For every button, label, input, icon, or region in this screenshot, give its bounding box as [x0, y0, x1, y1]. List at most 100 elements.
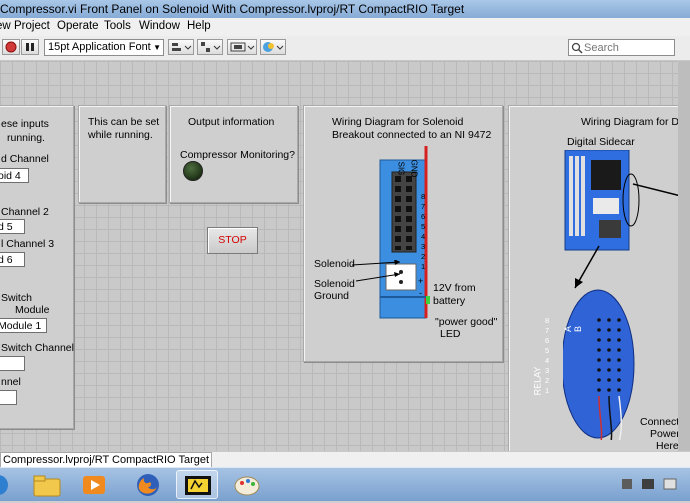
front-panel: ese inputs running. d Channel oid 4 Chan… [0, 61, 690, 451]
window-title-bar[interactable]: Compressor.vi Front Panel on Solenoid Wi… [0, 0, 690, 19]
pin-number: 1 [421, 262, 426, 271]
power-source-line2: battery [433, 295, 466, 307]
reorder-button[interactable] [260, 39, 286, 55]
power-source-line1: 12V from [433, 282, 476, 294]
relay-label: RELAY [532, 366, 543, 396]
wiring-solenoid-box: Wiring Diagram for Solenoid Breakout con… [303, 105, 503, 362]
folder-icon-glyph [33, 475, 61, 497]
switch-channel-field[interactable] [0, 356, 25, 371]
switch-module-field[interactable]: Module 1 [0, 318, 47, 333]
wiring-digital-title: Wiring Diagram for Digita [581, 116, 690, 128]
pin-number-column: 8 7 6 5 4 3 2 1 [421, 192, 431, 272]
solenoid-channel-label: d Channel [1, 153, 49, 165]
firefox-icon-glyph [137, 474, 159, 496]
relay-column-b-label: B [573, 325, 584, 333]
channel-2-field[interactable]: d 5 [0, 219, 25, 234]
distribute-objects-button[interactable] [197, 39, 223, 55]
relay-pin-number: 6 [545, 336, 550, 345]
digital-sidecar-diagram [563, 150, 690, 440]
start-orb-icon [0, 475, 8, 495]
compressor-monitoring-label: Compressor Monitoring? [180, 149, 295, 161]
abort-icon [5, 41, 17, 53]
menu-bar: View Project Operate Tools Window Help [0, 18, 690, 37]
relay-pin-number: 4 [545, 356, 550, 365]
switch-module-label: Module [15, 304, 50, 316]
wiring-digital-box: Wiring Diagram for Digita Digital Sideca… [508, 105, 690, 451]
minus-terminal-label: - [419, 288, 422, 298]
windows-taskbar [0, 467, 690, 501]
relay-pin-number: 3 [545, 366, 550, 375]
toolbar: 15pt Application Font ▼ [0, 36, 690, 61]
font-select-value: 15pt Application Font [48, 41, 151, 53]
menu-project[interactable]: Project [14, 20, 50, 32]
relay-pin-number: 7 [545, 326, 550, 335]
solenoid-label: Solenoid [314, 258, 355, 270]
status-bar: Compressor.lvproj/RT CompactRIO Target [0, 451, 690, 468]
menu-operate[interactable]: Operate [57, 20, 99, 32]
pin-number: 2 [421, 252, 426, 261]
channel-label: nnel [1, 376, 21, 388]
inputs-note-line2: running. [7, 132, 45, 144]
solenoid-ground-line2: Ground [314, 290, 350, 302]
system-tray-icons [622, 478, 677, 490]
font-select[interactable]: 15pt Application Font ▼ [44, 39, 164, 56]
pin-number: 4 [421, 232, 426, 241]
window-title: Compressor.vi Front Panel on Solenoid Wi… [0, 2, 465, 16]
relay-pin-number: 2 [545, 376, 550, 385]
media-player-icon-glyph [83, 476, 105, 494]
align-objects-button[interactable] [168, 39, 194, 55]
paint-icon[interactable] [227, 470, 269, 499]
plus-terminal-label: + [418, 276, 424, 286]
connect-power-line1: Connect [640, 416, 680, 428]
reorder-icon [263, 42, 284, 52]
resize-icon [230, 42, 255, 52]
paint-icon-glyph [234, 476, 260, 496]
firefox-icon[interactable] [127, 470, 169, 499]
relay-column-a-label: A [563, 325, 574, 333]
menu-tools[interactable]: Tools [104, 20, 131, 32]
pin-number: 3 [421, 242, 426, 251]
chevron-down-icon: ▼ [153, 43, 161, 52]
windows-start-icon[interactable] [0, 470, 12, 499]
vertical-scrollbar[interactable] [678, 61, 690, 451]
menu-window[interactable]: Window [139, 20, 180, 32]
output-info-title: Output information [188, 116, 275, 128]
labview-icon[interactable] [176, 470, 218, 499]
solenoid-pointer-arrows [352, 260, 401, 282]
running-note-line2: while running. [88, 129, 153, 141]
pin-number: 7 [421, 202, 426, 211]
gnd-label: GND [409, 159, 419, 178]
wiring-solenoid-title-line1: Wiring Diagram for Solenoid [332, 116, 464, 128]
connect-power-line3: Here [656, 440, 679, 451]
channel-3-field[interactable]: d 6 [0, 252, 25, 267]
solenoid-channel-field[interactable]: oid 4 [0, 168, 29, 183]
connect-power-line2: Power [650, 428, 680, 440]
output-info-box: Output information Compressor Monitoring… [169, 105, 298, 203]
switch-label: Switch [1, 292, 32, 304]
resize-objects-button[interactable] [227, 39, 257, 55]
pin-number: 6 [421, 212, 426, 221]
labview-icon-glyph [185, 476, 211, 495]
pin-number: 5 [421, 222, 426, 231]
target-path[interactable]: Compressor.lvproj/RT CompactRIO Target [0, 452, 213, 468]
relay-pin-number: 8 [545, 316, 550, 325]
media-player-icon[interactable] [73, 470, 115, 499]
compressor-monitoring-led [183, 161, 203, 181]
channel-3-label: l Channel 3 [1, 238, 55, 250]
search-field[interactable] [568, 39, 675, 56]
relay-pin-number: 1 [545, 386, 550, 395]
channel-field[interactable] [0, 390, 17, 405]
pause-icon [26, 43, 34, 51]
search-input[interactable] [584, 41, 670, 54]
running-note-line1: This can be set [88, 116, 160, 128]
pause-button[interactable] [21, 39, 39, 55]
stop-button[interactable]: STOP [207, 227, 258, 254]
wiring-solenoid-title-line2: Breakout connected to an NI 9472 [332, 129, 492, 141]
sig-label: SIG [396, 161, 406, 176]
menu-view[interactable]: View [0, 20, 11, 32]
inputs-note-line1: ese inputs [1, 118, 49, 130]
folder-icon[interactable] [26, 470, 68, 499]
solenoid-ground-line1: Solenoid [314, 278, 355, 290]
abort-button[interactable] [2, 39, 20, 55]
menu-help[interactable]: Help [187, 20, 211, 32]
